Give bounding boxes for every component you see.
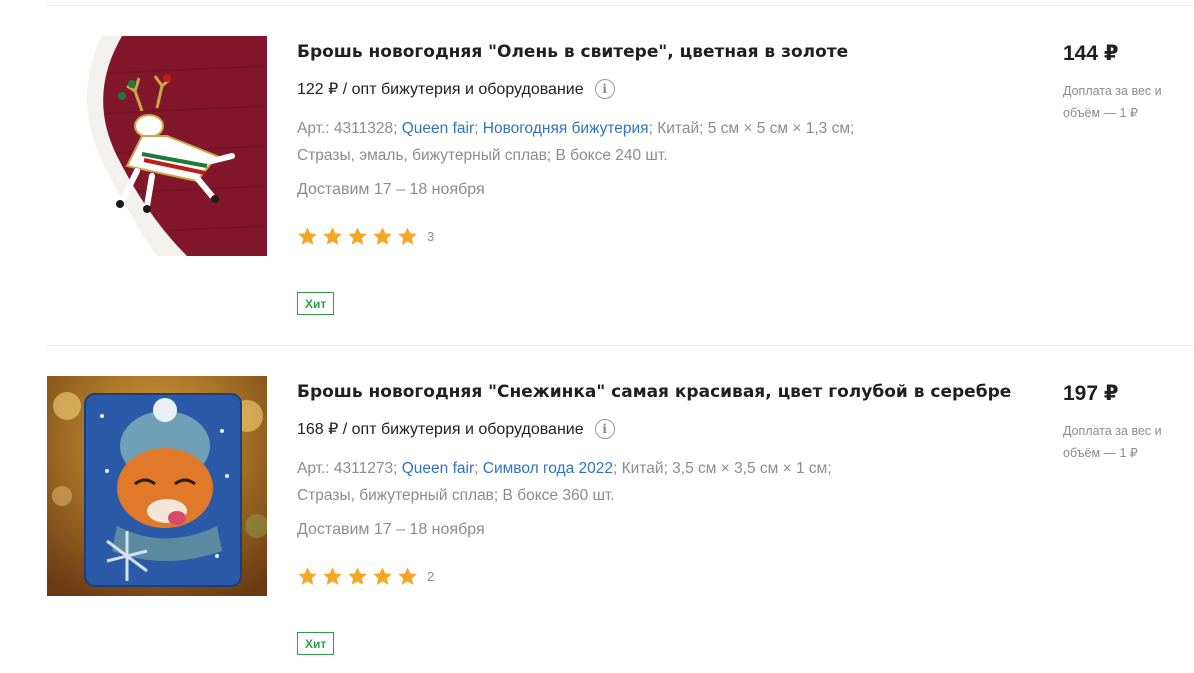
product-title[interactable]: Брошь новогодняя "Олень в свитере", цвет… <box>297 41 848 63</box>
wholesale-price: 122 ₽ / опт бижутерия и оборудование i <box>297 79 615 99</box>
price: 197 ₽ <box>1063 382 1119 405</box>
article-number: Арт.: 4311273; <box>297 460 398 477</box>
price: 144 ₽ <box>1063 42 1119 65</box>
materials: Стразы, эмаль, бижутерный сплав; <box>297 147 552 164</box>
hit-badge: Хит <box>297 632 335 655</box>
country: Китай; <box>621 460 668 477</box>
price-box: 144 ₽ Доплата за вес и объём — 1 ₽ <box>1063 41 1173 124</box>
product-specs: Арт.: 4311328; Queen fair; Новогодняя би… <box>297 120 855 164</box>
info-icon[interactable]: i <box>594 419 615 439</box>
box-quantity: В боксе 360 шт. <box>502 487 615 504</box>
hit-badge: Хит <box>297 292 335 315</box>
star-icon <box>298 227 317 245</box>
surcharge-note: Доплата за вес и объём — 1 ₽ <box>1063 424 1162 460</box>
star-icon <box>373 227 392 245</box>
star-icon <box>323 227 342 245</box>
star-icon <box>398 227 417 245</box>
product-image[interactable] <box>47 36 267 256</box>
star-icon <box>298 567 317 585</box>
star-icon <box>348 567 367 585</box>
country: Китай; <box>657 120 704 137</box>
review-count[interactable]: 2 <box>427 569 434 584</box>
rating[interactable]: 3 <box>297 226 434 247</box>
product-image[interactable] <box>47 376 267 596</box>
top-divider <box>47 5 1194 6</box>
product-specs: Арт.: 4311273; Queen fair; Символ года 2… <box>297 460 832 504</box>
price-box: 197 ₽ Доплата за вес и объём — 1 ₽ <box>1063 381 1173 464</box>
rating[interactable]: 2 <box>297 566 434 587</box>
materials: Стразы, бижутерный сплав; <box>297 487 499 504</box>
product-divider <box>47 345 1194 346</box>
star-icon <box>398 567 417 585</box>
delivery-date: Доставим 17 – 18 ноября <box>297 521 485 538</box>
review-count[interactable]: 3 <box>427 229 434 244</box>
category-link[interactable]: Новогодняя бижутерия <box>483 120 649 137</box>
surcharge-note: Доплата за вес и объём — 1 ₽ <box>1063 84 1162 120</box>
wholesale-price: 168 ₽ / опт бижутерия и оборудование i <box>297 419 615 439</box>
wholesale-price-text: 168 ₽ / опт бижутерия и оборудование <box>297 421 584 438</box>
star-icon <box>373 567 392 585</box>
product-title[interactable]: Брошь новогодняя "Снежинка" самая красив… <box>297 381 1011 403</box>
star-icon <box>348 227 367 245</box>
category-link[interactable]: Символ года 2022 <box>483 460 613 477</box>
info-icon[interactable]: i <box>594 79 615 99</box>
star-icon <box>323 567 342 585</box>
brand-link[interactable]: Queen fair <box>402 120 474 137</box>
box-quantity: В боксе 240 шт. <box>555 147 668 164</box>
wholesale-price-text: 122 ₽ / опт бижутерия и оборудование <box>297 81 584 98</box>
delivery-date: Доставим 17 – 18 ноября <box>297 181 485 198</box>
brand-link[interactable]: Queen fair <box>402 460 474 477</box>
product-card: Брошь новогодняя "Олень в свитере", цвет… <box>47 36 1194 356</box>
article-number: Арт.: 4311328; <box>297 120 398 137</box>
size: 3,5 см × 3,5 см × 1 см; <box>672 460 832 477</box>
size: 5 см × 5 см × 1,3 см; <box>707 120 855 137</box>
product-card: Брошь новогодняя "Снежинка" самая красив… <box>47 376 1194 673</box>
